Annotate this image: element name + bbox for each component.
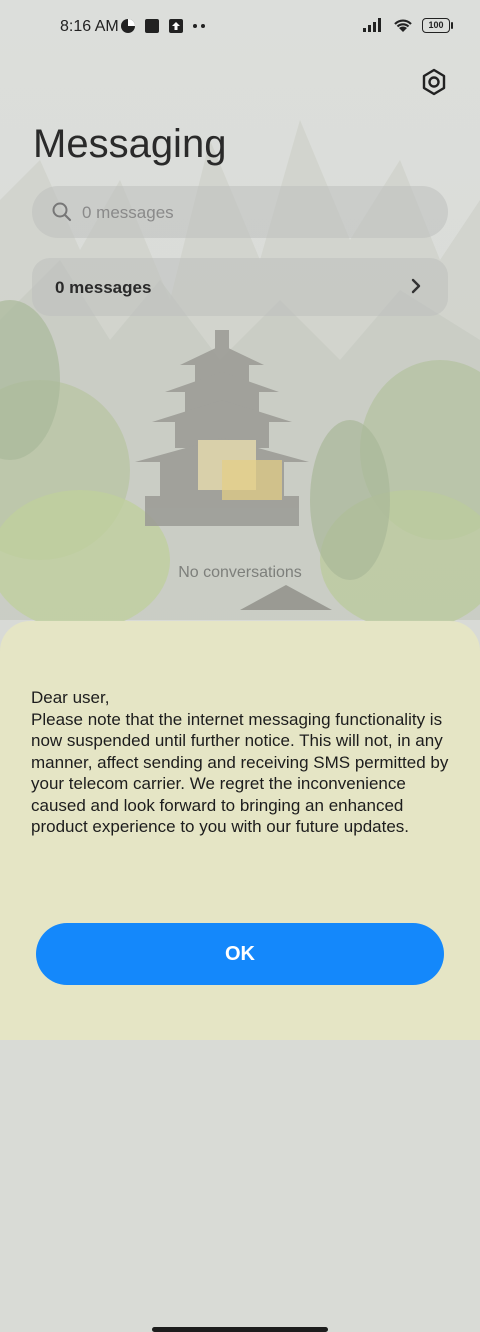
- settings-icon[interactable]: [418, 66, 450, 98]
- signal-icon: [363, 18, 381, 32]
- upload-icon: [169, 19, 183, 33]
- messages-row-label: 0 messages: [55, 278, 152, 297]
- status-icons-right: 100: [362, 17, 453, 33]
- messages-row[interactable]: 0 messages: [32, 258, 448, 316]
- dialog-message: Dear user, Please note that the internet…: [31, 688, 449, 836]
- search-placeholder: 0 messages: [82, 203, 174, 222]
- empty-state-text: No conversations: [178, 564, 302, 581]
- status-time: 8:16 AM: [60, 18, 119, 35]
- more-dots-icon: [193, 24, 205, 28]
- status-bar: 8:16 AM 100: [0, 0, 480, 56]
- data-saver-icon: [121, 19, 135, 33]
- status-icons-left: [120, 18, 206, 34]
- search-input[interactable]: 0 messages: [32, 186, 448, 238]
- ok-button[interactable]: OK: [36, 923, 444, 985]
- wifi-icon: [394, 19, 412, 32]
- chevron-right-icon: [411, 278, 421, 294]
- app-notification-icon: [145, 19, 159, 33]
- page-title: Messaging: [33, 122, 227, 166]
- battery-icon: 100: [422, 17, 453, 33]
- notice-dialog: Dear user, Please note that the internet…: [0, 621, 480, 1332]
- search-icon: [52, 202, 72, 222]
- home-indicator[interactable]: [152, 1327, 328, 1332]
